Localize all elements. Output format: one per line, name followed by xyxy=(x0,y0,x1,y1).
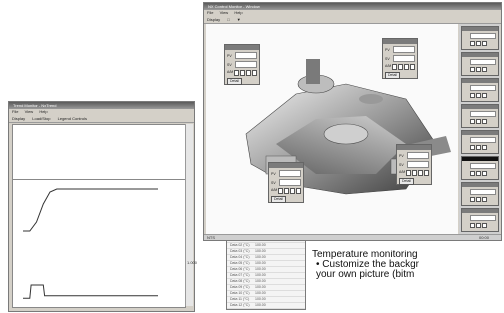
pv-field xyxy=(235,52,257,59)
detail-button[interactable]: Detail xyxy=(385,72,400,79)
trend-chart xyxy=(23,188,158,299)
mini-controller[interactable] xyxy=(461,104,499,128)
list-item[interactable]: Data 12 (°C) 100.00 xyxy=(227,303,305,309)
menu-file[interactable]: File xyxy=(207,10,213,15)
data-list: Data 01 (°C)100.00Data 02 (°C)100.00Data… xyxy=(227,237,305,309)
monitor-window-title: NX Control Monitor - Window xyxy=(204,3,501,10)
data-list-window: Data 01 (°C)100.00Data 02 (°C)100.00Data… xyxy=(226,236,306,310)
sv-field[interactable] xyxy=(279,179,301,186)
display-button[interactable]: Display xyxy=(207,17,220,22)
monitor-statusbar: NTS 00:00 xyxy=(204,234,501,240)
mini-controller[interactable] xyxy=(461,78,499,102)
pv-field xyxy=(279,170,301,177)
mini-controller[interactable] xyxy=(461,52,499,76)
pv-field xyxy=(393,46,415,53)
trend-side-label: 1.000 xyxy=(187,260,198,265)
window-icon[interactable]: □ xyxy=(227,17,229,22)
tab-legend-controls[interactable]: Legend Controls xyxy=(58,116,87,121)
trend-toolbar: Display Load/Stop Legend Controls xyxy=(9,115,194,123)
detail-button[interactable]: Detail xyxy=(227,78,242,85)
sv-field[interactable] xyxy=(407,161,429,168)
trend-window-title: Trend Monitor - NxTrend xyxy=(9,102,194,109)
controller-sidebar xyxy=(459,24,500,234)
detail-button[interactable]: Detail xyxy=(271,196,286,203)
monitor-toolbar: Display □ ▼ xyxy=(204,16,501,24)
mode-checkboxes[interactable]: A/M xyxy=(271,188,301,194)
caption-line-3: your own picture (bitm xyxy=(316,269,415,280)
sv-field[interactable] xyxy=(235,61,257,68)
detail-button[interactable]: Detail xyxy=(399,178,414,185)
controller-panel-4[interactable]: PV SV A/M Detail xyxy=(268,162,304,203)
pv-field xyxy=(407,152,429,159)
control-monitor-window: NX Control Monitor - Window File View He… xyxy=(203,2,502,241)
mini-controller[interactable] xyxy=(461,130,499,154)
status-left: NTS xyxy=(207,235,215,240)
trend-scrollbar[interactable] xyxy=(185,124,193,306)
caption-text: Temperature monitoring • Customize the b… xyxy=(312,250,504,280)
controller-panel-1[interactable]: PV SV A/M Detail xyxy=(224,44,260,85)
background-picture-canvas: PV SV A/M Detail PV SV A/M Detail PV SV … xyxy=(206,24,458,234)
mini-controller[interactable] xyxy=(461,156,499,180)
upper-trend-line xyxy=(23,188,158,232)
menu-file[interactable]: File xyxy=(12,109,18,114)
controller-panel-2[interactable]: PV SV A/M Detail xyxy=(382,38,418,79)
mode-checkboxes[interactable]: A/M xyxy=(385,64,415,70)
mini-controller[interactable] xyxy=(461,182,499,206)
lower-trend-line xyxy=(23,284,158,299)
menu-help[interactable]: Help xyxy=(39,109,47,114)
mini-controller[interactable] xyxy=(461,208,499,232)
menu-view[interactable]: View xyxy=(25,109,34,114)
tab-display[interactable]: Display xyxy=(12,116,25,121)
trend-monitor-window: Trend Monitor - NxTrend File View Help D… xyxy=(8,101,198,312)
controller-panel-3[interactable]: PV SV A/M Detail xyxy=(396,144,432,185)
trend-plot-area xyxy=(12,124,186,308)
menu-view[interactable]: View xyxy=(220,10,229,15)
mini-controller[interactable] xyxy=(461,26,499,50)
status-right: 00:00 xyxy=(478,235,489,240)
menu-help[interactable]: Help xyxy=(234,10,242,15)
sv-field[interactable] xyxy=(393,55,415,62)
mode-checkboxes[interactable]: A/M xyxy=(399,170,429,176)
dropdown-icon[interactable]: ▼ xyxy=(237,17,241,22)
tab-load-stop[interactable]: Load/Stop xyxy=(32,116,50,121)
mode-checkboxes[interactable]: A/M xyxy=(227,70,257,76)
